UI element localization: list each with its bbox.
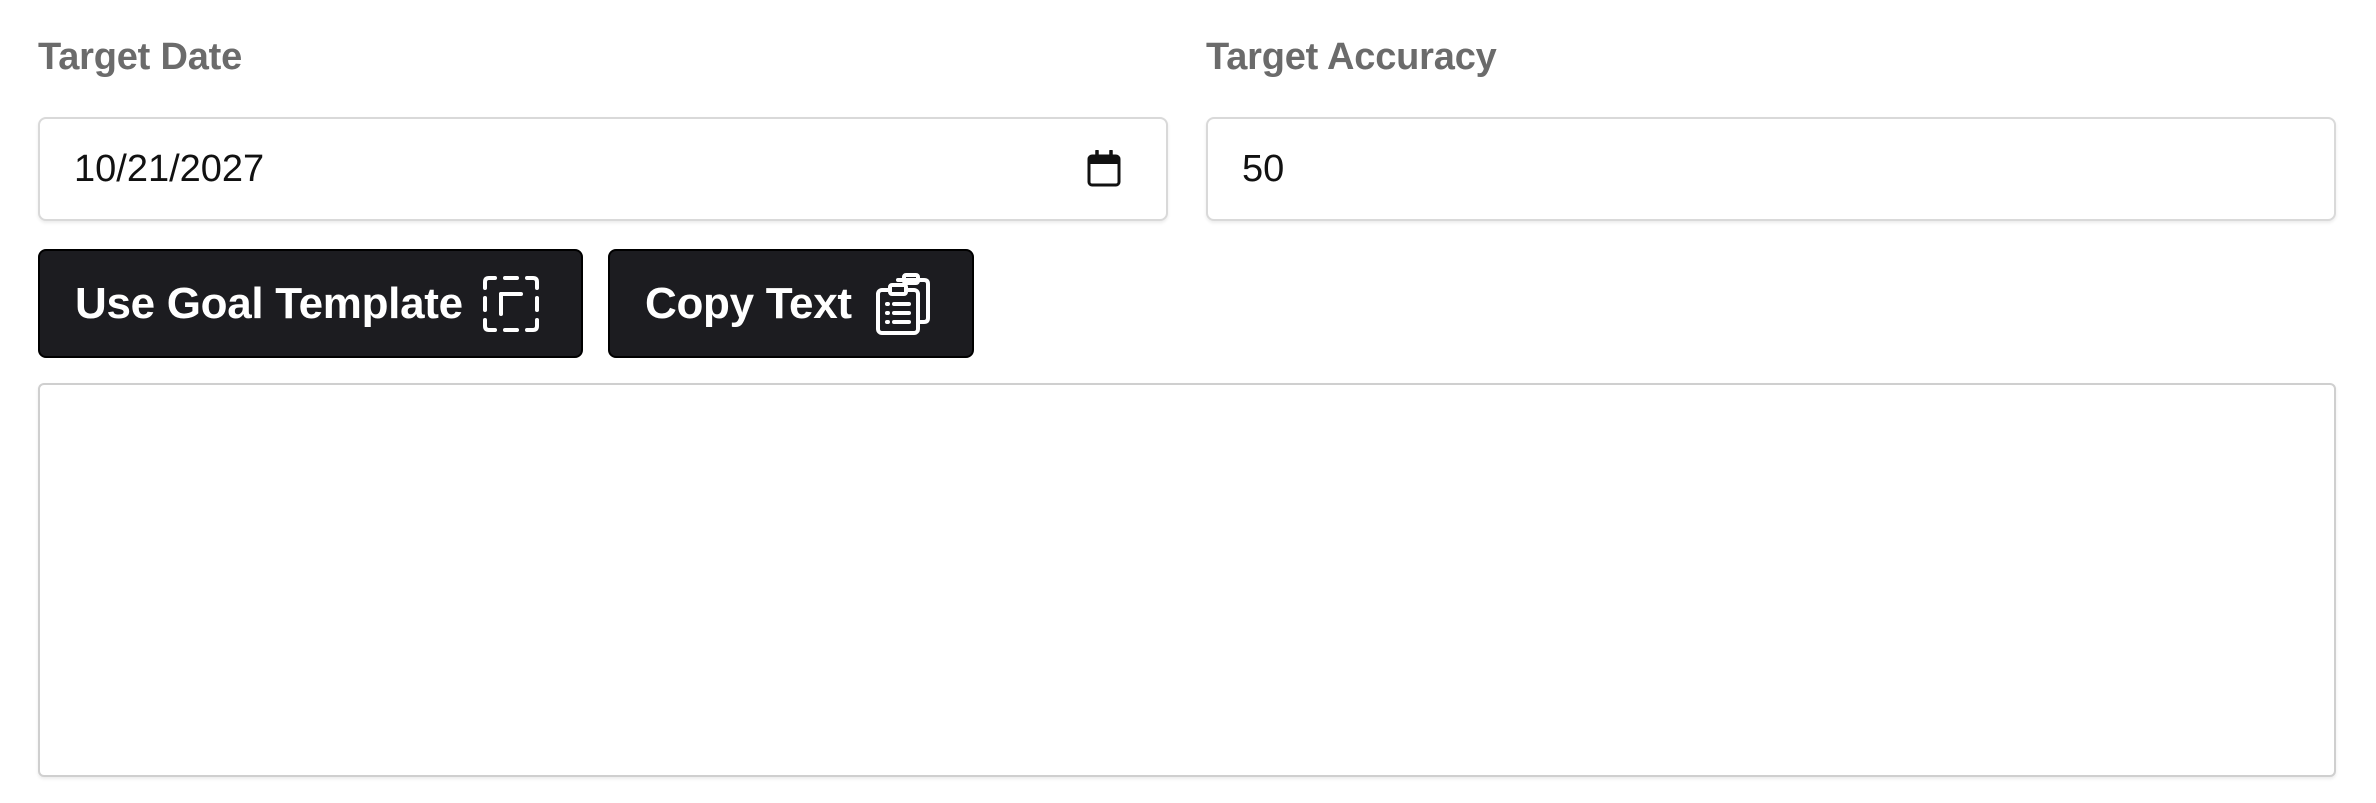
copy-text-button[interactable]: Copy Text xyxy=(608,249,974,358)
dashed-square-icon xyxy=(481,274,541,334)
target-date-input[interactable]: 10/21/2027 xyxy=(38,117,1168,221)
target-accuracy-value: 50 xyxy=(1242,147,1285,190)
target-accuracy-label: Target Accuracy xyxy=(1206,36,1497,78)
target-date-value: 10/21/2027 xyxy=(74,147,265,190)
target-date-label: Target Date xyxy=(38,36,243,78)
target-accuracy-input[interactable]: 50 xyxy=(1206,117,2336,221)
clipboard-copy-icon xyxy=(874,272,932,336)
use-goal-template-button[interactable]: Use Goal Template xyxy=(38,249,583,358)
goal-form: Target Date Target Accuracy 10/21/2027 5… xyxy=(0,0,2376,803)
calendar-icon[interactable] xyxy=(1084,149,1124,189)
goal-text-area[interactable] xyxy=(38,383,2336,777)
copy-text-label: Copy Text xyxy=(645,278,852,328)
use-goal-template-label: Use Goal Template xyxy=(75,278,463,328)
